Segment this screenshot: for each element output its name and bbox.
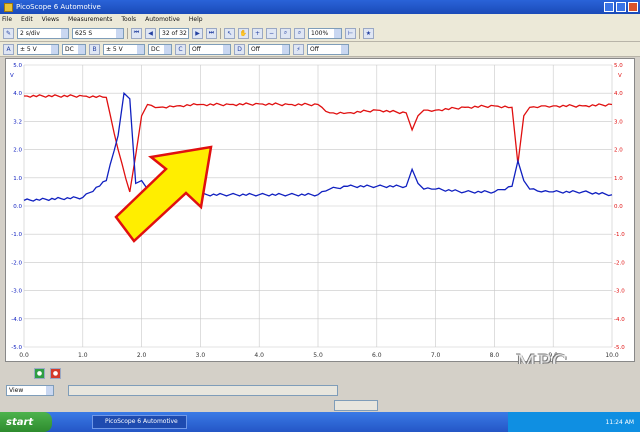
channel-c-range-select[interactable]: Off	[189, 43, 231, 55]
taskbar: start PicoScope 6 Automotive 11:24 AM	[0, 412, 640, 432]
channel-d-icon[interactable]: D	[234, 43, 245, 55]
app-icon	[4, 2, 13, 12]
system-tray: 11:24 AM	[508, 412, 640, 432]
y-tick-label-right: -3.0	[614, 289, 625, 295]
start-button[interactable]: start	[0, 412, 52, 432]
zoom-area-icon[interactable]: ⌕	[280, 27, 291, 39]
channel-a-coupling-select[interactable]: DC	[62, 43, 86, 55]
y-tick-label-right: -2.0	[614, 260, 625, 266]
y-unit-right: V	[618, 73, 622, 79]
y-tick-label-left: -1.0	[11, 232, 22, 238]
scope-chart: 0.0 1.0 2.0 3.0 4.0 5.0 6.0 7.0 8.0 9.0 10.05.0 5.0…	[10, 63, 625, 359]
ruler-bar[interactable]	[68, 385, 338, 396]
x-tick-label: 1.0	[78, 352, 88, 359]
x-tick-label: 7.0	[431, 352, 441, 359]
trigger-select[interactable]: Off	[307, 43, 349, 55]
menu-edit[interactable]: Edit	[21, 16, 33, 23]
separator	[220, 27, 221, 39]
y-tick-label-right: -1.0	[614, 232, 625, 238]
first-capture-icon[interactable]: ⏮	[131, 27, 142, 39]
channel-a-icon[interactable]: A	[3, 43, 14, 55]
trigger-icon[interactable]: ⚡	[293, 43, 304, 55]
zoom-out-icon[interactable]: −	[266, 27, 277, 39]
channel-b-icon[interactable]: B	[89, 43, 100, 55]
timebase-select[interactable]: 2 s/div	[17, 27, 69, 39]
reference-icon[interactable]: ★	[363, 27, 374, 39]
zoom-in-icon[interactable]: +	[252, 27, 263, 39]
x-tick-label: 2.0	[137, 352, 147, 359]
maximize-button[interactable]	[616, 2, 626, 12]
y-tick-label-left: -5.0	[11, 345, 22, 351]
y-tick-label-right: 2.0	[614, 148, 623, 154]
x-tick-label: 5.0	[313, 352, 323, 359]
ruler-icon[interactable]: ⊢	[345, 27, 356, 39]
menu-views[interactable]: Views	[42, 16, 59, 23]
y-unit-left: V	[10, 73, 14, 79]
taskbar-item-picoscope[interactable]: PicoScope 6 Automotive	[92, 415, 187, 429]
menu-measurements[interactable]: Measurements	[68, 16, 112, 23]
highlight-arrow	[114, 145, 213, 243]
y-tick-label-right: 5.0	[614, 63, 623, 69]
view-select[interactable]: View	[6, 385, 54, 396]
separator	[127, 27, 128, 39]
y-tick-label-left: 1.0	[13, 176, 22, 182]
hand-tool-icon[interactable]: ✋	[238, 27, 249, 39]
channel-a-range-select[interactable]: ± 5 V	[17, 43, 59, 55]
x-tick-label: 0.0	[19, 352, 29, 359]
x-tick-label: 4.0	[254, 352, 264, 359]
separator	[359, 27, 360, 39]
x-tick-label: 10.0	[605, 352, 619, 359]
y-tick-label-right: -4.0	[614, 317, 625, 323]
y-tick-label-right: 4.0	[614, 91, 623, 97]
y-tick-label-right: 1.0	[614, 176, 623, 182]
probe-icon[interactable]: ✎	[3, 27, 14, 39]
menu-file[interactable]: File	[2, 16, 12, 23]
last-capture-icon[interactable]: ⏭	[206, 27, 217, 39]
run-button[interactable]: ●	[34, 368, 45, 379]
samples-select[interactable]: 625 S	[72, 27, 124, 39]
capture-toolbar: ✎ 2 s/div 625 S ⏮ ◀ 32 of 32 ▶ ⏭ ↖ ✋ + −…	[0, 25, 640, 42]
y-tick-label-right: 0.0	[614, 204, 623, 210]
scope-view[interactable]: 0.0 1.0 2.0 3.0 4.0 5.0 6.0 7.0 8.0 9.0 10.0 5.0 5.0…	[5, 58, 635, 362]
y-tick-label-left: -3.0	[11, 289, 22, 295]
stop-button[interactable]: ●	[50, 368, 61, 379]
y-tick-label-left: 4.0	[13, 91, 22, 97]
y-tick-label-left: -2.0	[11, 260, 22, 266]
minimize-button[interactable]	[604, 2, 614, 12]
menu-bar: File Edit Views Measurements Tools Autom…	[0, 14, 640, 25]
y-tick-label-left: 0.0	[13, 204, 22, 210]
menu-help[interactable]: Help	[189, 16, 203, 23]
status-box	[334, 400, 378, 411]
menu-automotive[interactable]: Automotive	[145, 16, 180, 23]
previous-capture-icon[interactable]: ◀	[145, 27, 156, 39]
channel-b-range-select[interactable]: ± 5 V	[103, 43, 145, 55]
capture-counter[interactable]: 32 of 32	[159, 27, 189, 39]
zoom-level-select[interactable]: 100%	[308, 27, 342, 39]
y-tick-label-left: 3.2	[13, 119, 22, 125]
next-capture-icon[interactable]: ▶	[192, 27, 203, 39]
x-tick-label: 6.0	[372, 352, 382, 359]
channel-c-icon[interactable]: C	[175, 43, 186, 55]
channel-b-coupling-select[interactable]: DC	[148, 43, 172, 55]
channel-toolbar: A ± 5 V DC B ± 5 V DC C Off D Off ⚡ Off	[0, 42, 640, 57]
y-tick-label-left: -4.0	[11, 317, 22, 323]
y-tick-label-left: 5.0	[13, 63, 22, 69]
x-tick-label: 8.0	[490, 352, 500, 359]
y-tick-label-right: -5.0	[614, 345, 625, 351]
menu-tools[interactable]: Tools	[121, 16, 136, 23]
close-button[interactable]	[628, 2, 638, 12]
bottom-panel: ● ● View	[0, 364, 640, 412]
y-tick-label-left: 2.0	[13, 148, 22, 154]
title-bar: PicoScope 6 Automotive	[0, 0, 640, 14]
clock: 11:24 AM	[605, 418, 634, 426]
y-tick-label-right: 3.0	[614, 119, 623, 125]
channel-d-range-select[interactable]: Off	[248, 43, 290, 55]
window-title: PicoScope 6 Automotive	[16, 3, 101, 11]
zoom-fit-icon[interactable]: ⌕	[294, 27, 305, 39]
pointer-tool-icon[interactable]: ↖	[224, 27, 235, 39]
x-tick-label: 3.0	[196, 352, 206, 359]
